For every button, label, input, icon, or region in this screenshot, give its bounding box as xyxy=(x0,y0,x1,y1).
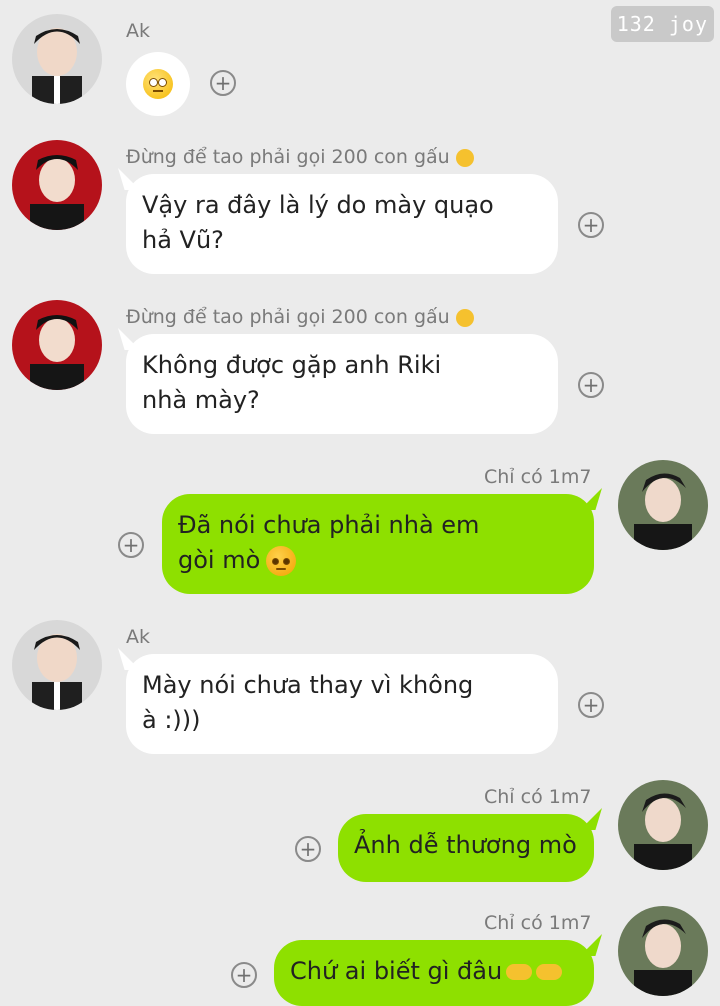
add-reaction-icon[interactable]: + xyxy=(295,836,321,862)
avatar-1m7[interactable] xyxy=(618,906,708,996)
avatar-ak[interactable] xyxy=(12,620,102,710)
avatar-bear[interactable] xyxy=(12,300,102,390)
pointing-hands-icon xyxy=(536,964,563,980)
add-reaction-icon[interactable]: + xyxy=(578,212,604,238)
watermark: 132 joy xyxy=(610,6,714,42)
ok-hand-icon xyxy=(455,308,474,327)
message-bubble[interactable]: Mày nói chưa thay vì không à :))) xyxy=(126,654,558,754)
add-reaction-icon[interactable]: + xyxy=(231,962,257,988)
message-bubble[interactable]: Chứ ai biết gì đâu xyxy=(274,940,594,1006)
face-with-rolling-eyes-icon xyxy=(143,69,173,99)
sender-name: Chỉ có 1m7 xyxy=(484,466,592,488)
message-bubble[interactable]: Đã nói chưa phải nhà em gòi mò xyxy=(162,494,594,594)
avatar-ak[interactable] xyxy=(12,14,102,104)
add-reaction-icon[interactable]: + xyxy=(578,692,604,718)
sender-name: Ak xyxy=(126,626,151,648)
sender-name: Ak xyxy=(126,20,151,42)
message-bubble[interactable]: Ảnh dễ thương mò xyxy=(338,814,594,882)
sender-name: Chỉ có 1m7 xyxy=(484,912,592,934)
avatar-bear[interactable] xyxy=(12,140,102,230)
emoji-message[interactable] xyxy=(126,52,190,116)
pointing-hands-icon xyxy=(506,964,533,980)
avatar-1m7[interactable] xyxy=(618,460,708,550)
add-reaction-icon[interactable]: + xyxy=(118,532,144,558)
ok-hand-icon xyxy=(455,148,474,167)
message-bubble[interactable]: Vậy ra đây là lý do mày quạo hả Vũ? xyxy=(126,174,558,274)
add-reaction-icon[interactable]: + xyxy=(210,70,236,96)
sender-name: Đừng để tao phải gọi 200 con gấu xyxy=(126,306,474,328)
sender-name: Đừng để tao phải gọi 200 con gấu xyxy=(126,146,474,168)
avatar-1m7[interactable] xyxy=(618,780,708,870)
message-bubble[interactable]: Không được gặp anh Riki nhà mày? xyxy=(126,334,558,434)
angry-face-icon xyxy=(266,546,297,576)
sender-name: Chỉ có 1m7 xyxy=(484,786,592,808)
add-reaction-icon[interactable]: + xyxy=(578,372,604,398)
